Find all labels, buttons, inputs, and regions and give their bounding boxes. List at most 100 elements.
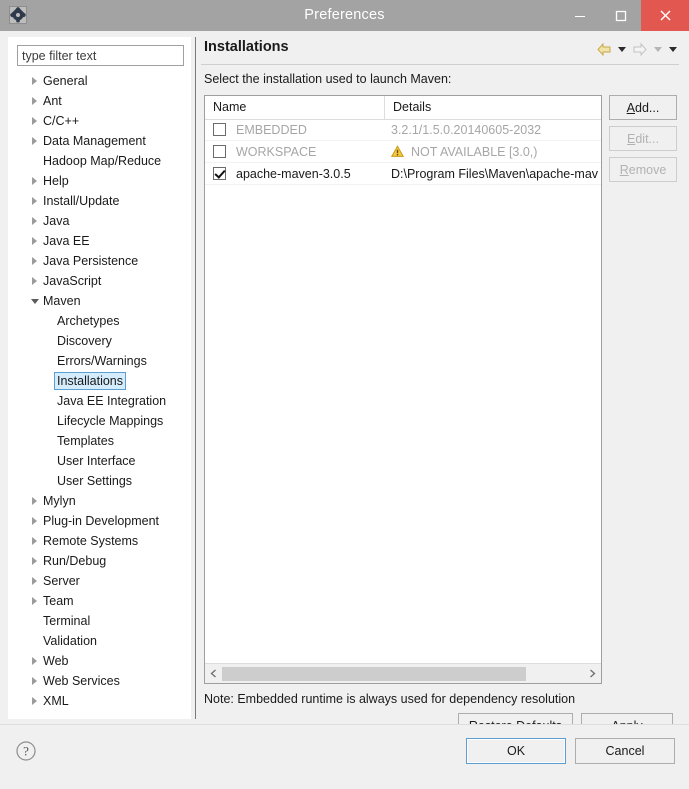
sidebar-item-remote-systems[interactable]: Remote Systems (9, 531, 192, 551)
chevron-right-icon[interactable] (32, 97, 37, 105)
sidebar-item-label: Remote Systems (43, 534, 139, 548)
minimize-icon[interactable] (559, 0, 600, 31)
sidebar-item-java-ee[interactable]: Java EE (9, 231, 192, 251)
installation-name: WORKSPACE (236, 144, 317, 159)
sidebar-item-label: Java EE Integration (57, 394, 167, 408)
sidebar-item-maven[interactable]: Maven (9, 291, 192, 311)
chevron-right-icon[interactable] (32, 657, 37, 665)
chevron-down-icon[interactable] (31, 299, 39, 304)
row-checkbox[interactable] (213, 145, 226, 158)
sidebar-item-help[interactable]: Help (9, 171, 192, 191)
chevron-right-icon[interactable] (32, 197, 37, 205)
dialog-content: General AntC/C++ Data Management Hadoop Map… (0, 31, 689, 739)
chevron-right-icon[interactable] (32, 697, 37, 705)
cell-details: 3.2.1/1.5.0.20140605-2032 (385, 123, 601, 137)
sidebar-item-server[interactable]: Server (9, 571, 192, 591)
sidebar-item-web[interactable]: Web (9, 651, 192, 671)
table-header-row: Name Details (205, 96, 601, 120)
sidebar-item-templates[interactable]: Templates (9, 431, 192, 451)
sidebar-item-terminal[interactable]: Terminal (9, 611, 192, 631)
panel-sash[interactable] (191, 37, 199, 719)
sidebar-item-javascript[interactable]: JavaScript (9, 271, 192, 291)
installations-page: Installations Select the installation us… (199, 37, 681, 739)
sidebar-item-install-update[interactable]: Install/Update (9, 191, 192, 211)
sidebar-item-data-management[interactable]: Data Management (9, 131, 192, 151)
chevron-right-icon[interactable] (32, 677, 37, 685)
sidebar-item-label: Install/Update (43, 194, 120, 208)
sidebar-item-java-persistence[interactable]: Java Persistence (9, 251, 192, 271)
chevron-right-icon[interactable] (32, 497, 37, 505)
column-header-name[interactable]: Name (205, 96, 385, 119)
chevron-right-icon[interactable] (32, 77, 37, 85)
sidebar-item-discovery[interactable]: Discovery (9, 331, 192, 351)
table-body: EMBEDDED 3.2.1/1.5.0.20140605-2032 WORKSPA… (205, 119, 601, 665)
row-checkbox[interactable] (213, 167, 226, 180)
chevron-right-icon[interactable] (32, 517, 37, 525)
sidebar-item-mylyn[interactable]: Mylyn (9, 491, 192, 511)
ok-button[interactable]: OK (466, 738, 566, 764)
sidebar-item-general[interactable]: General (9, 71, 192, 91)
sidebar-item-xml[interactable]: XML (9, 691, 192, 711)
cell-details: D:\Program Files\Maven\apache-mav (385, 167, 601, 181)
dialog-footer: ? OK Cancel (0, 724, 689, 789)
chevron-right-icon[interactable] (32, 557, 37, 565)
chevron-right-icon[interactable] (32, 537, 37, 545)
dialog-buttons: OK Cancel (466, 738, 675, 764)
chevron-right-icon[interactable] (32, 237, 37, 245)
cell-details: NOT AVAILABLE [3.0,) (385, 145, 601, 159)
sidebar-item-archetypes[interactable]: Archetypes (9, 311, 192, 331)
help-question-icon[interactable]: ? (14, 739, 38, 763)
sidebar-item-label: General (43, 74, 88, 88)
chevron-right-icon[interactable] (32, 597, 37, 605)
scrollbar-thumb[interactable] (222, 666, 526, 681)
title-bar: Preferences (0, 0, 689, 32)
table-row[interactable]: WORKSPACE NOT AVAILABLE [3.0,) (205, 141, 601, 163)
chevron-right-icon[interactable] (584, 664, 601, 683)
sidebar-item-ant[interactable]: Ant (9, 91, 192, 111)
row-checkbox[interactable] (213, 123, 226, 136)
scrollbar-track[interactable] (222, 664, 584, 683)
sidebar-item-installations[interactable]: Installations (9, 371, 192, 391)
chevron-right-icon[interactable] (32, 577, 37, 585)
maximize-icon[interactable] (600, 0, 641, 31)
sidebar-item-lifecycle-mappings[interactable]: Lifecycle Mappings (9, 411, 192, 431)
sidebar-item-label: User Interface (57, 454, 136, 468)
cell-name: WORKSPACE (205, 145, 385, 159)
back-dropdown-chevron-down-icon[interactable] (615, 40, 628, 59)
sidebar-item-errors-warnings[interactable]: Errors/Warnings (9, 351, 192, 371)
sidebar-item-user-interface[interactable]: User Interface (9, 451, 192, 471)
sidebar-item-team[interactable]: Team (9, 591, 192, 611)
table-row[interactable]: apache-maven-3.0.5 D:\Program Files\Maven… (205, 163, 601, 185)
chevron-right-icon[interactable] (32, 177, 37, 185)
window-controls (559, 0, 689, 31)
chevron-right-icon[interactable] (32, 277, 37, 285)
back-arrow-icon[interactable] (594, 40, 613, 59)
column-header-details[interactable]: Details (385, 96, 600, 119)
sidebar-item-web-services[interactable]: Web Services (9, 671, 192, 691)
sidebar-item-java-ee-integration[interactable]: Java EE Integration (9, 391, 192, 411)
header-divider (201, 64, 679, 65)
table-row[interactable]: EMBEDDED 3.2.1/1.5.0.20140605-2032 (205, 119, 601, 141)
preference-tree[interactable]: General Ant C/C++ Data Management Hadoop Map… (9, 71, 192, 719)
table-action-buttons: Add... Edit... Remove (609, 95, 677, 188)
chevron-left-icon[interactable] (205, 664, 222, 683)
cancel-button[interactable]: Cancel (575, 738, 675, 764)
close-icon[interactable] (641, 0, 689, 31)
sidebar-item-user-settings[interactable]: User Settings (9, 471, 192, 491)
sidebar-item-run-debug[interactable]: Run/Debug (9, 551, 192, 571)
sidebar-item-plug-in-development[interactable]: Plug-in Development (9, 511, 192, 531)
horizontal-scrollbar[interactable] (205, 663, 601, 683)
chevron-right-icon[interactable] (32, 117, 37, 125)
svg-text:?: ? (23, 744, 29, 759)
chevron-right-icon[interactable] (32, 257, 37, 265)
chevron-right-icon[interactable] (32, 137, 37, 145)
sidebar-item-label: Plug-in Development (43, 514, 160, 528)
sidebar-item-java[interactable]: Java (9, 211, 192, 231)
sidebar-item-c-c[interactable]: C/C++ (9, 111, 192, 131)
add-button[interactable]: Add... (609, 95, 677, 120)
sidebar-item-hadoop-map-reduce[interactable]: Hadoop Map/Reduce (9, 151, 192, 171)
sidebar-item-validation[interactable]: Validation (9, 631, 192, 651)
chevron-right-icon[interactable] (32, 217, 37, 225)
view-menu-chevron-down-icon[interactable] (666, 40, 679, 59)
filter-input[interactable] (17, 45, 184, 66)
